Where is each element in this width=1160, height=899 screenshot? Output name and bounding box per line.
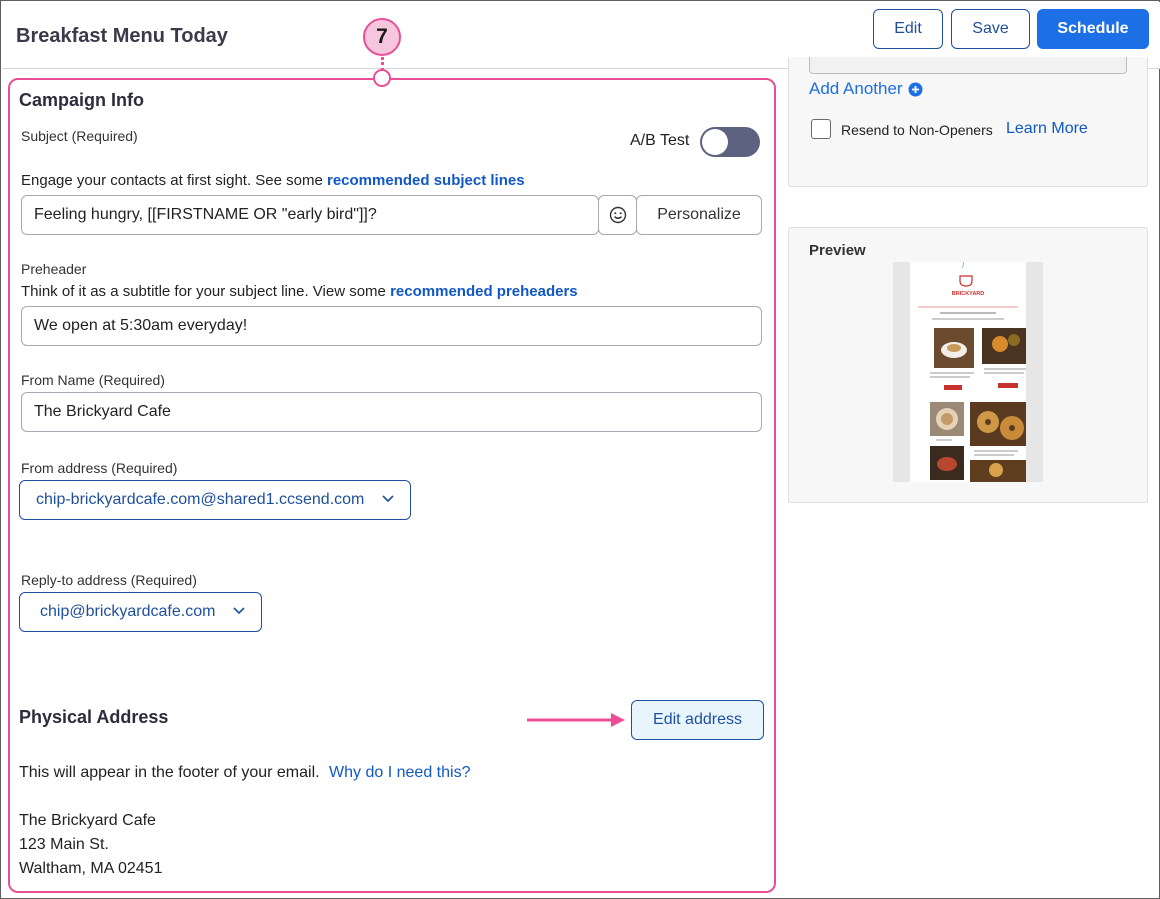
subject-label: Subject (Required) bbox=[21, 128, 138, 144]
add-another-link[interactable]: Add Another bbox=[809, 79, 923, 99]
personalize-button[interactable]: Personalize bbox=[636, 195, 762, 235]
subject-input[interactable]: Feeling hungry, [[FIRSTNAME OR "early bi… bbox=[21, 195, 599, 235]
resend-checkbox[interactable] bbox=[811, 119, 831, 139]
arrow-right-icon bbox=[527, 713, 625, 727]
address-line-2: 123 Main St. bbox=[19, 836, 109, 853]
chevron-down-icon bbox=[233, 607, 245, 615]
physical-address-note: This will appear in the footer of your e… bbox=[19, 764, 470, 782]
emoji-button[interactable] bbox=[598, 195, 637, 235]
address-line-3: Waltham, MA 02451 bbox=[19, 860, 163, 877]
physical-address-title: Physical Address bbox=[19, 707, 169, 727]
address-line-1: The Brickyard Cafe bbox=[19, 812, 156, 829]
ab-test-toggle[interactable] bbox=[700, 127, 760, 157]
ab-test-label: A/B Test bbox=[630, 132, 690, 149]
page-title: Breakfast Menu Today bbox=[16, 25, 228, 47]
footer-note-text: This will appear in the footer of your e… bbox=[19, 764, 320, 781]
email-preview-page: BRICKYARD bbox=[910, 262, 1038, 482]
add-another-label: Add Another bbox=[809, 79, 903, 98]
plus-circle-icon bbox=[908, 82, 923, 96]
from-address-value: chip-brickyardcafe.com@shared1.ccsend.co… bbox=[36, 491, 365, 508]
resend-label: Resend to Non-Openers bbox=[841, 122, 993, 138]
subject-hint: Engage your contacts at first sight. See… bbox=[21, 172, 525, 189]
subject-hint-text: Engage your contacts at first sight. See… bbox=[21, 172, 323, 189]
campaign-info-title: Campaign Info bbox=[19, 90, 144, 110]
preview-brand-text: BRICKYARD bbox=[952, 291, 985, 297]
learn-more-link[interactable]: Learn More bbox=[1006, 120, 1088, 138]
step-anchor-dot bbox=[373, 69, 391, 87]
from-address-select[interactable]: chip-brickyardcafe.com@shared1.ccsend.co… bbox=[19, 480, 411, 520]
preview-content-graphic: BRICKYARD bbox=[918, 262, 1038, 482]
smiley-icon bbox=[609, 206, 626, 224]
toggle-knob bbox=[702, 129, 728, 155]
edit-address-button[interactable]: Edit address bbox=[631, 700, 764, 740]
reply-to-label: Reply-to address (Required) bbox=[21, 572, 197, 588]
preview-title: Preview bbox=[809, 242, 866, 259]
edit-button[interactable]: Edit bbox=[873, 9, 943, 49]
recommended-subject-lines-link[interactable]: recommended subject lines bbox=[327, 172, 525, 189]
recommended-preheaders-link[interactable]: recommended preheaders bbox=[390, 283, 578, 300]
step-number-badge: 7 bbox=[363, 18, 401, 56]
from-name-input[interactable]: The Brickyard Cafe bbox=[21, 392, 762, 432]
preheader-input[interactable]: We open at 5:30am everyday! bbox=[21, 306, 762, 346]
email-preview-thumbnail[interactable]: BRICKYARD bbox=[893, 262, 1043, 482]
preheader-hint-text: Think of it as a subtitle for your subje… bbox=[21, 283, 386, 300]
from-address-label: From address (Required) bbox=[21, 460, 178, 476]
preheader-label: Preheader bbox=[21, 261, 87, 277]
schedule-button[interactable]: Schedule bbox=[1037, 9, 1149, 49]
chevron-down-icon bbox=[382, 495, 394, 503]
reply-to-value: chip@brickyardcafe.com bbox=[40, 603, 216, 620]
reply-to-select[interactable]: chip@brickyardcafe.com bbox=[19, 592, 262, 632]
from-name-label: From Name (Required) bbox=[21, 372, 165, 388]
save-button[interactable]: Save bbox=[951, 9, 1030, 49]
recipients-field-bottom[interactable] bbox=[809, 57, 1127, 74]
preheader-hint: Think of it as a subtitle for your subje… bbox=[21, 283, 578, 300]
app-window: Breakfast Menu Today Edit Save Schedule … bbox=[0, 0, 1160, 899]
why-do-i-need-this-link[interactable]: Why do I need this? bbox=[329, 764, 470, 781]
